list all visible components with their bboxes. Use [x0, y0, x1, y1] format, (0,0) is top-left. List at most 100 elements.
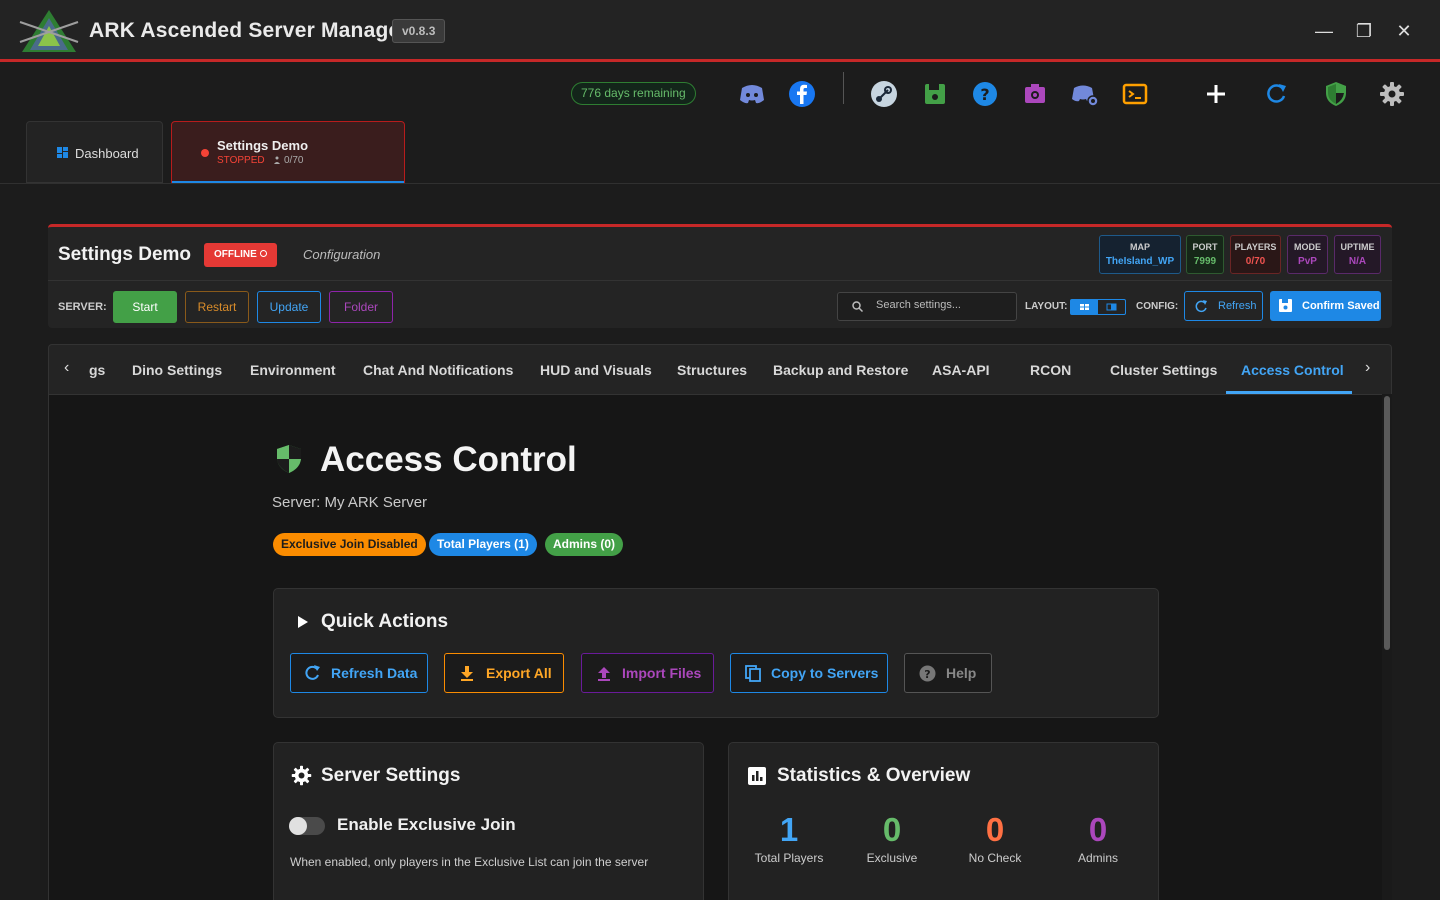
- minimize-button[interactable]: —: [1311, 18, 1337, 44]
- stat-admins-label: Admins: [1077, 851, 1118, 865]
- restart-button[interactable]: Restart: [185, 291, 249, 323]
- quick-actions-title[interactable]: Quick Actions: [321, 611, 448, 633]
- facebook-icon[interactable]: [788, 80, 816, 108]
- tab-asa-api[interactable]: ASA-API: [932, 362, 990, 378]
- title-bar: ARK Ascended Server Manager v0.8.3 — ❐ ✕: [0, 0, 1440, 62]
- svg-text:?: ?: [980, 85, 989, 104]
- stat-total-players: 1 Total Players: [739, 811, 839, 865]
- refresh-icon[interactable]: [1262, 80, 1290, 108]
- server-name: Settings Demo: [58, 244, 192, 265]
- config-refresh-button[interactable]: Refresh: [1184, 291, 1263, 321]
- stat-uptime: UPTIME N/A: [1334, 235, 1381, 274]
- header-subtitle: Configuration: [303, 247, 381, 262]
- copy-icon: [745, 665, 761, 682]
- app-title: ARK Ascended Server Manager: [89, 19, 409, 42]
- discord-bot-icon[interactable]: [1071, 80, 1099, 108]
- toolbar-separator: [843, 72, 844, 104]
- camera-icon[interactable]: [1021, 80, 1049, 108]
- stat-total-players-label: Total Players: [754, 851, 824, 865]
- folder-button[interactable]: Folder: [329, 291, 393, 323]
- scrollbar-thumb[interactable]: [1384, 396, 1390, 650]
- layout-list-option[interactable]: [1098, 300, 1125, 314]
- refresh-icon: [305, 665, 320, 680]
- stat-exclusive-label: Exclusive: [866, 851, 918, 865]
- stat-no-check-label: No Check: [968, 851, 1022, 865]
- stat-map: MAP TheIsland_WP: [1099, 235, 1181, 274]
- import-files-button[interactable]: Import Files: [581, 653, 714, 693]
- stat-admins: 0 Admins: [1048, 811, 1148, 865]
- settings-tab-bar: ‹ gs Dino Settings Environment Chat And …: [48, 344, 1392, 394]
- chart-icon: [748, 767, 766, 785]
- content-scrollbar[interactable]: [1382, 394, 1392, 900]
- close-button[interactable]: ✕: [1391, 18, 1417, 44]
- total-players-badge: Total Players (1): [429, 533, 537, 556]
- exclusive-join-label: Enable Exclusive Join: [337, 815, 516, 834]
- layout-grid-option[interactable]: [1071, 300, 1098, 314]
- tabs-scroll-left-button[interactable]: ‹: [64, 359, 69, 377]
- stat-no-check: 0 No Check: [945, 811, 1045, 865]
- tab-structures[interactable]: Structures: [677, 362, 747, 378]
- dashboard-icon: [57, 147, 68, 158]
- players-icon: [274, 156, 280, 164]
- layout-toggle[interactable]: [1070, 299, 1126, 315]
- help-icon: ?: [919, 665, 936, 682]
- help-icon[interactable]: ?: [971, 80, 999, 108]
- tab-server-settings-demo[interactable]: Settings Demo STOPPED 0/70: [171, 121, 405, 183]
- version-badge: v0.8.3: [392, 19, 446, 43]
- tab-dashboard[interactable]: Dashboard: [26, 121, 163, 183]
- tab-access-control[interactable]: Access Control: [1241, 362, 1344, 378]
- shield-icon[interactable]: [1322, 80, 1350, 108]
- expand-triangle-icon[interactable]: [297, 615, 309, 629]
- download-icon: [461, 666, 473, 681]
- confirm-saved-button[interactable]: Confirm Saved: [1270, 291, 1381, 321]
- statistics-title: Statistics & Overview: [777, 765, 971, 786]
- ark-logo-icon: [19, 10, 79, 52]
- save-icon[interactable]: [921, 80, 949, 108]
- help-button[interactable]: ? Help: [904, 653, 992, 693]
- tab-chat-and-notifications[interactable]: Chat And Notifications: [363, 362, 513, 378]
- upload-icon: [598, 667, 610, 681]
- tabs-scroll-right-button[interactable]: ›: [1365, 359, 1370, 377]
- svg-text:?: ?: [924, 668, 930, 681]
- discord-icon[interactable]: [738, 80, 766, 108]
- tab-rcon[interactable]: RCON: [1030, 362, 1071, 378]
- tab-partial[interactable]: gs: [89, 362, 105, 378]
- stat-exclusive-value: 0: [882, 811, 902, 848]
- page-subtitle: Server: My ARK Server: [272, 494, 428, 511]
- add-icon[interactable]: [1202, 80, 1230, 108]
- exclusive-join-toggle[interactable]: [289, 817, 325, 835]
- update-button[interactable]: Update: [257, 291, 321, 323]
- status-dot: [201, 149, 209, 157]
- server-settings-title: Server Settings: [321, 765, 461, 786]
- page-title: Access Control: [320, 440, 577, 479]
- header-divider: [48, 280, 1392, 281]
- terminal-icon[interactable]: [1121, 80, 1149, 108]
- search-input[interactable]: [876, 299, 1006, 311]
- tab-backup-and-restore[interactable]: Backup and Restore: [773, 362, 908, 378]
- gear-icon: [291, 765, 312, 786]
- export-all-button[interactable]: Export All: [444, 653, 564, 693]
- stat-mode: MODE PvP: [1287, 235, 1328, 274]
- exclusive-join-description: When enabled, only players in the Exclus…: [290, 855, 649, 869]
- copy-to-servers-button[interactable]: Copy to Servers: [730, 653, 888, 693]
- search-settings[interactable]: [837, 292, 1017, 321]
- toggle-knob: [289, 817, 307, 835]
- tab-dino-settings[interactable]: Dino Settings: [132, 362, 222, 378]
- tab-environment[interactable]: Environment: [250, 362, 336, 378]
- tab-server-players: 0/70: [284, 155, 304, 166]
- tab-cluster-settings[interactable]: Cluster Settings: [1110, 362, 1217, 378]
- steam-icon[interactable]: [870, 80, 898, 108]
- start-button[interactable]: Start: [113, 291, 177, 323]
- tab-dashboard-label: Dashboard: [75, 146, 139, 161]
- maximize-button[interactable]: ❐: [1351, 18, 1377, 44]
- refresh-data-button[interactable]: Refresh Data: [290, 653, 428, 693]
- tab-hud-and-visuals[interactable]: HUD and Visuals: [540, 362, 652, 378]
- status-badge: OFFLINE: [204, 243, 277, 267]
- gear-icon[interactable]: [1378, 80, 1406, 108]
- shield-icon: [277, 445, 301, 473]
- tab-server-status: STOPPED: [217, 155, 265, 166]
- license-days-badge: 776 days remaining: [571, 82, 696, 105]
- config-label: CONFIG:: [1136, 301, 1179, 312]
- stat-port: PORT 7999: [1186, 235, 1224, 274]
- stat-total-players-value: 1: [779, 811, 799, 848]
